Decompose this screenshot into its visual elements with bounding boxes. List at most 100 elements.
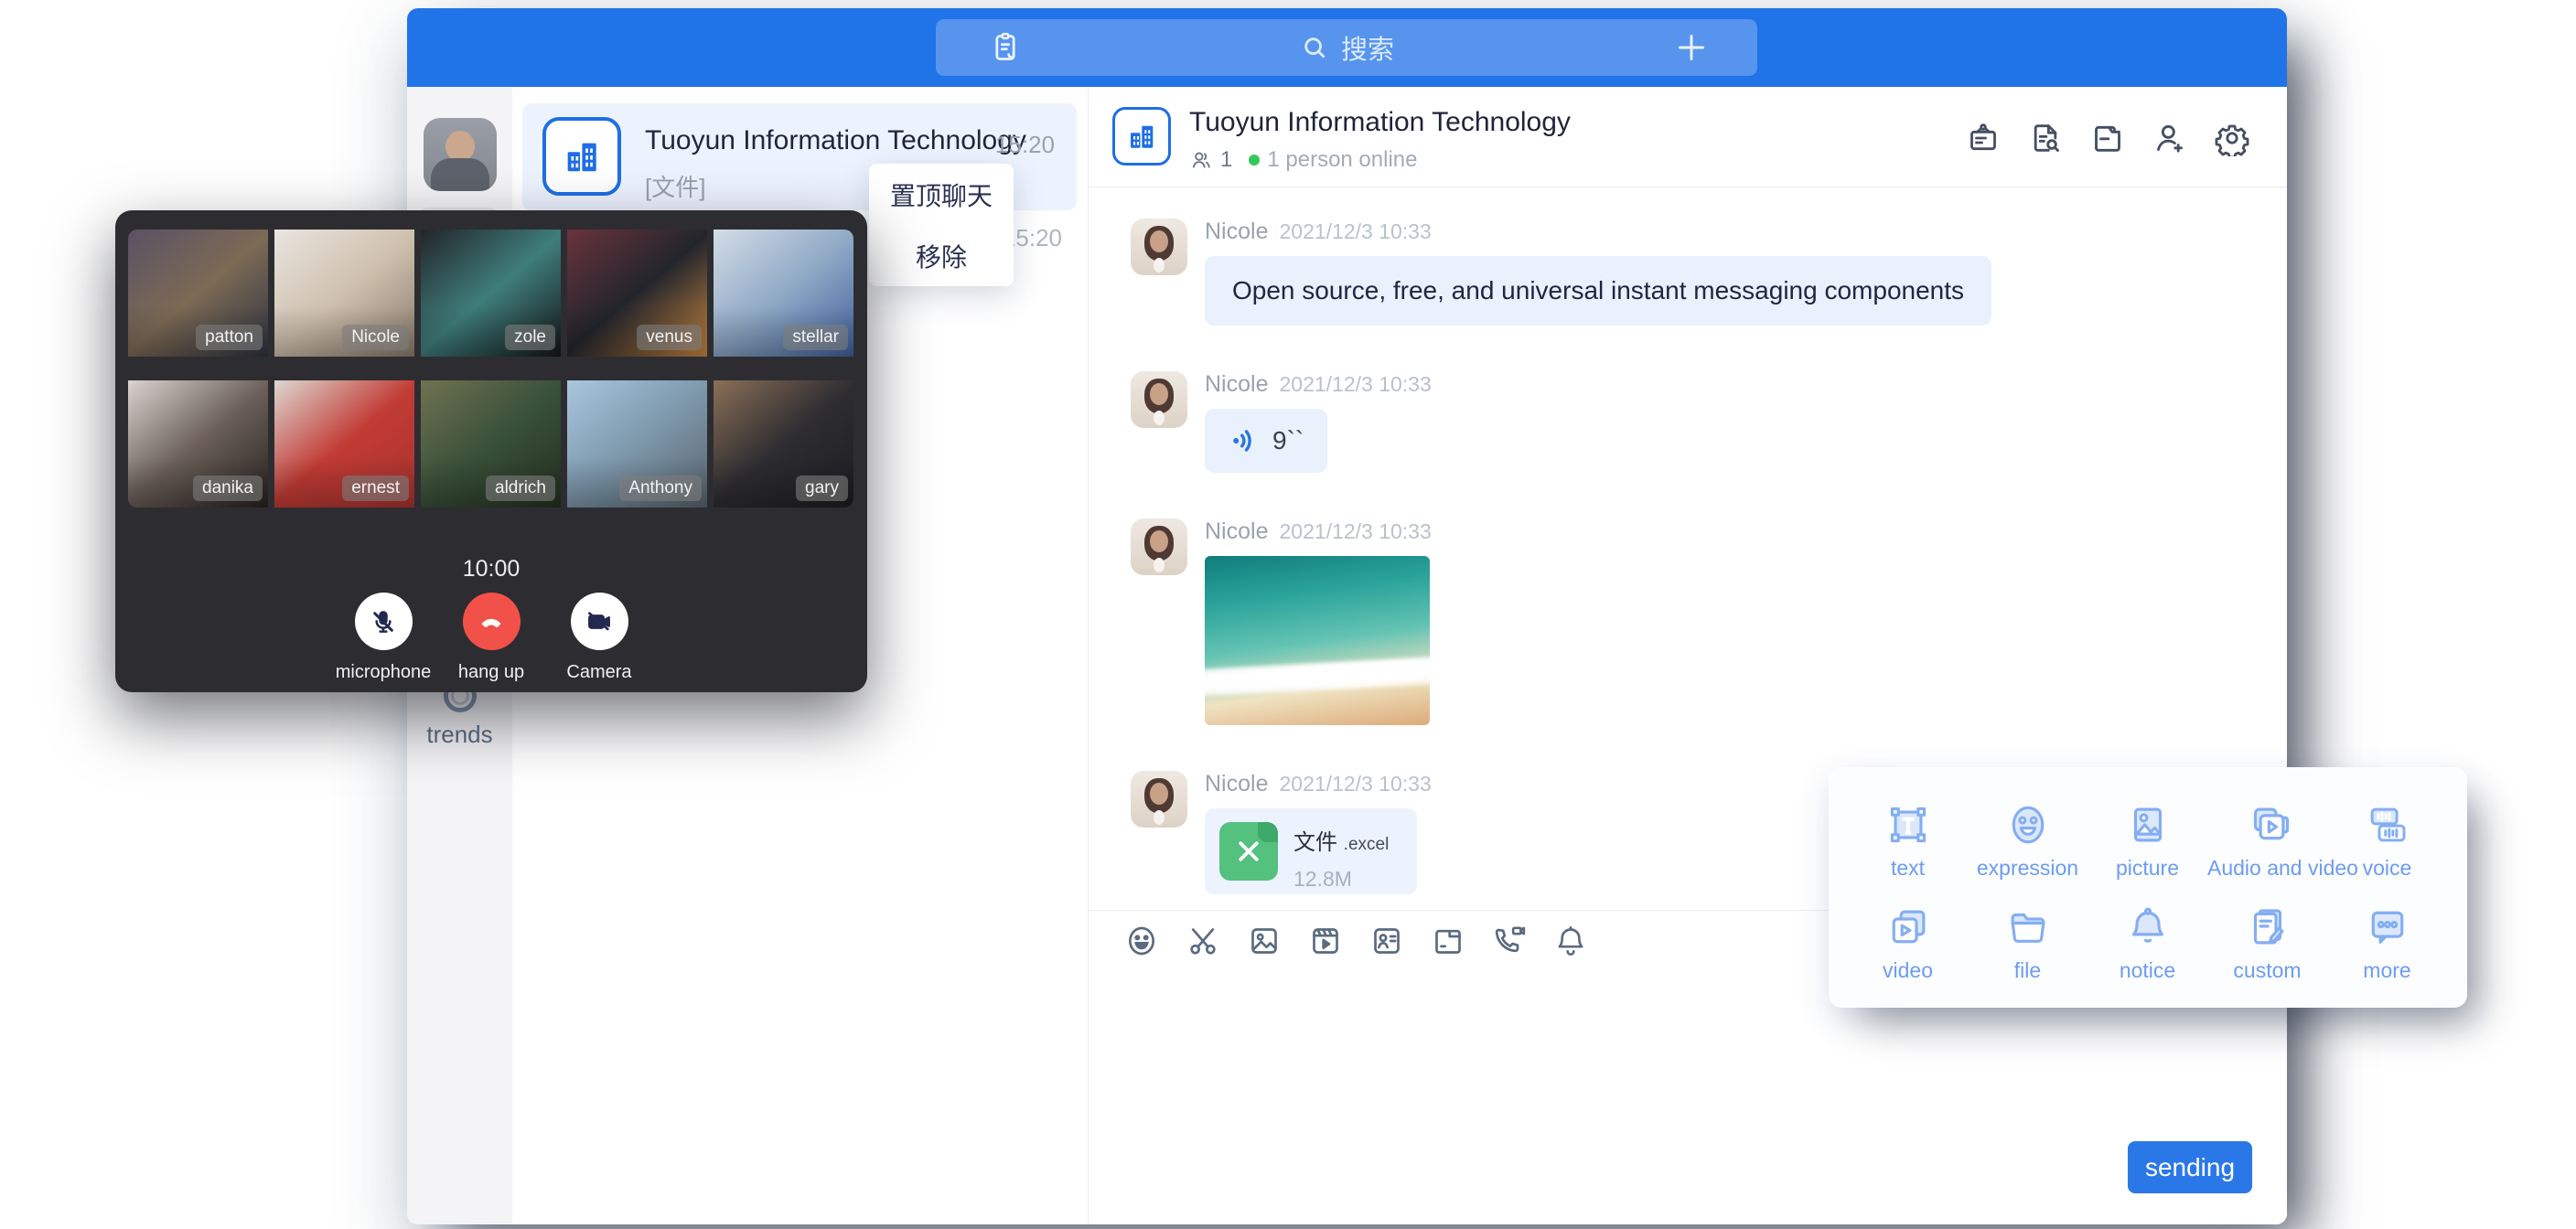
send-button[interactable]: sending [2128,1141,2252,1193]
popup-item-custom[interactable]: custom [2207,897,2327,999]
message-text: Nicole 2021/12/3 10:33 Open source, free… [1131,219,2287,326]
participant-tile[interactable]: venus [567,230,707,357]
page: 搜索 trends [0,0,2576,1229]
video-file-icon [1884,903,1933,952]
participant-name: venus [637,325,702,350]
add-icon[interactable] [1673,29,1710,70]
microphone-label: microphone [329,662,437,683]
add-member-icon[interactable] [2152,120,2188,156]
picture-icon[interactable] [1246,923,1283,959]
building-icon [561,135,603,177]
sender-avatar[interactable] [1131,771,1187,828]
popup-item-voice[interactable]: voice [2327,795,2447,897]
participant-tile[interactable]: Nicole [274,230,414,357]
context-menu-pin[interactable]: 置顶聊天 [869,164,1014,225]
popup-item-video[interactable]: video [1848,897,1968,999]
file-bubble[interactable]: 文件 .excel 12.8M [1205,808,1417,894]
participant-name: Nicole [342,325,409,350]
building-icon [1125,120,1158,153]
excel-file-icon [1219,822,1278,881]
popup-item-file[interactable]: file [1968,897,2088,999]
message-timestamp: 2021/12/3 10:33 [1279,219,1431,244]
chat-main: Tuoyun Information Technology 1 1 person… [1089,87,2287,1224]
group-avatar[interactable] [1112,107,1171,166]
call-controls: microphone hang up Camer [115,593,867,683]
participant-tile[interactable]: aldrich [421,380,561,508]
notification-icon[interactable] [1552,923,1589,959]
notes-icon[interactable] [987,29,1024,70]
popup-item-more[interactable]: more [2327,897,2447,999]
sender-avatar[interactable] [1131,371,1187,428]
conversation-time: 15:20 [995,131,1055,159]
files-icon[interactable] [2089,120,2126,156]
participant-name: zole [505,325,555,350]
popup-label: Audio and video [2207,856,2327,881]
hangup-button[interactable] [463,593,521,650]
call-timer: 10:00 [115,556,867,582]
settings-icon[interactable] [2214,120,2250,156]
camera-control: Camera [545,593,653,683]
search-icon [1299,32,1330,63]
search-bar[interactable]: 搜索 [936,19,1757,76]
participant-name: stellar [783,325,848,350]
sender-name: Nicole [1205,518,1268,545]
popup-item-audio-video[interactable]: Audio and video [2207,795,2327,897]
custom-icon [2243,903,2292,952]
notice-bell-icon [2123,903,2173,952]
contact-card-icon[interactable] [1368,923,1405,959]
context-menu-remove[interactable]: 移除 [869,225,1014,286]
sender-name: Nicole [1205,771,1268,797]
message-input-area[interactable]: sending [1089,970,2287,1224]
participant-tile[interactable]: stellar [714,230,853,357]
participant-name: Anthony [619,476,702,501]
participant-name: danika [193,476,263,501]
popup-item-notice[interactable]: notice [2088,897,2207,999]
participant-tile[interactable]: gary [714,380,853,508]
file-ext: .excel [1344,835,1390,854]
chat-title: Tuoyun Information Technology [1189,107,1571,138]
participant-name: ernest [342,476,409,501]
sender-avatar[interactable] [1131,219,1187,275]
popup-item-text[interactable]: text [1848,795,1968,897]
participant-tile[interactable]: patton [128,230,268,357]
expression-icon [2003,800,2053,850]
folder-icon[interactable] [1430,923,1466,959]
mic-off-icon [369,607,398,636]
popup-label: voice [2327,856,2447,881]
search-history-icon[interactable] [2027,120,2064,156]
participant-tile[interactable]: Anthony [567,380,707,508]
file-name: 文件 [1293,830,1337,855]
member-count: 1 [1220,147,1232,173]
conversation-preview: [文件] [645,169,705,203]
participant-tile[interactable]: ernest [274,380,414,508]
file-folder-icon [2003,903,2053,952]
message-voice: Nicole 2021/12/3 10:33 9`` [1131,371,2287,473]
file-size: 12.8M [1293,867,1389,892]
popup-item-picture[interactable]: picture [2088,795,2207,897]
voice-bubble[interactable]: 9`` [1205,409,1327,473]
text-bubble[interactable]: Open source, free, and universal instant… [1205,256,1991,326]
video-icon[interactable] [1307,923,1344,959]
participant-tile[interactable]: danika [128,380,268,508]
participant-grid: patton Nicole zole venus stellar danika … [128,230,853,508]
screenshot-icon[interactable] [1185,923,1221,959]
popup-item-expression[interactable]: expression [1968,795,2088,897]
announcement-icon[interactable] [1965,120,2002,156]
picture-icon [2123,800,2173,850]
popup-label: picture [2088,856,2207,881]
image-attachment[interactable] [1205,556,1430,725]
sender-avatar[interactable] [1131,518,1187,575]
search-placeholder-group: 搜索 [1299,28,1394,67]
emoji-icon[interactable] [1123,923,1160,959]
participant-name: patton [196,325,263,350]
group-avatar [542,117,621,196]
video-call-icon[interactable] [1491,923,1528,959]
user-avatar[interactable] [424,118,497,191]
microphone-button[interactable] [355,593,413,650]
participant-tile[interactable]: zole [421,230,561,357]
camera-button[interactable] [571,593,628,650]
wave-foam [1205,656,1430,697]
chat-subtitle: 1 1 person online [1189,147,1417,173]
voice-duration: 9`` [1272,426,1304,455]
text-icon [1884,800,1933,850]
